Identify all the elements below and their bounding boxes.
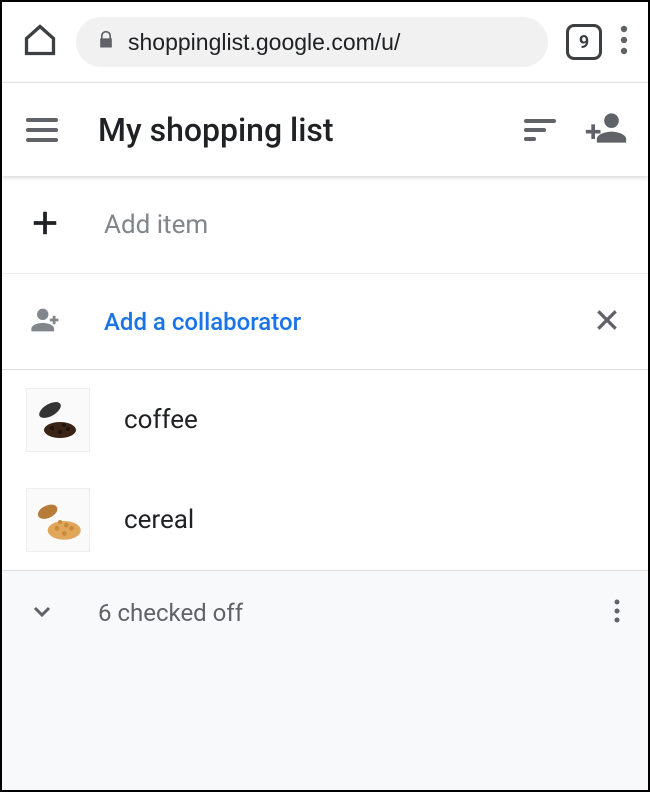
add-item-row[interactable]: Add item: [2, 176, 648, 274]
checked-off-section: 6 checked off: [2, 570, 648, 790]
list-item[interactable]: cereal: [2, 470, 648, 570]
chevron-down-icon[interactable]: [30, 599, 54, 627]
item-label: cereal: [124, 505, 194, 535]
item-thumbnail: [26, 388, 90, 452]
lock-icon: [96, 29, 116, 56]
add-collaborator-link[interactable]: Add a collaborator: [104, 308, 554, 336]
close-icon[interactable]: [594, 307, 620, 337]
tab-count-button[interactable]: 9: [566, 24, 602, 60]
list-item[interactable]: coffee: [2, 370, 648, 470]
browser-bar: shoppinglist.google.com/u/ 9: [2, 2, 648, 82]
checked-off-label[interactable]: 6 checked off: [98, 599, 570, 627]
sort-icon[interactable]: [524, 119, 556, 141]
url-text: shoppinglist.google.com/u/: [128, 29, 400, 56]
home-icon[interactable]: [22, 22, 58, 62]
browser-menu-icon[interactable]: [620, 25, 628, 59]
url-bar[interactable]: shoppinglist.google.com/u/: [76, 17, 548, 67]
plus-icon: [30, 208, 60, 242]
tab-count-number: 9: [579, 32, 589, 53]
add-item-placeholder: Add item: [104, 210, 208, 240]
add-person-header-icon[interactable]: [584, 106, 628, 154]
page-title: My shopping list: [98, 111, 524, 149]
item-thumbnail: [26, 488, 90, 552]
person-add-icon: [30, 303, 64, 341]
more-options-icon[interactable]: [614, 599, 620, 627]
hamburger-menu-icon[interactable]: [26, 118, 66, 142]
app-header: My shopping list: [2, 82, 648, 176]
item-label: coffee: [124, 405, 198, 435]
add-collaborator-row: Add a collaborator: [2, 274, 648, 370]
